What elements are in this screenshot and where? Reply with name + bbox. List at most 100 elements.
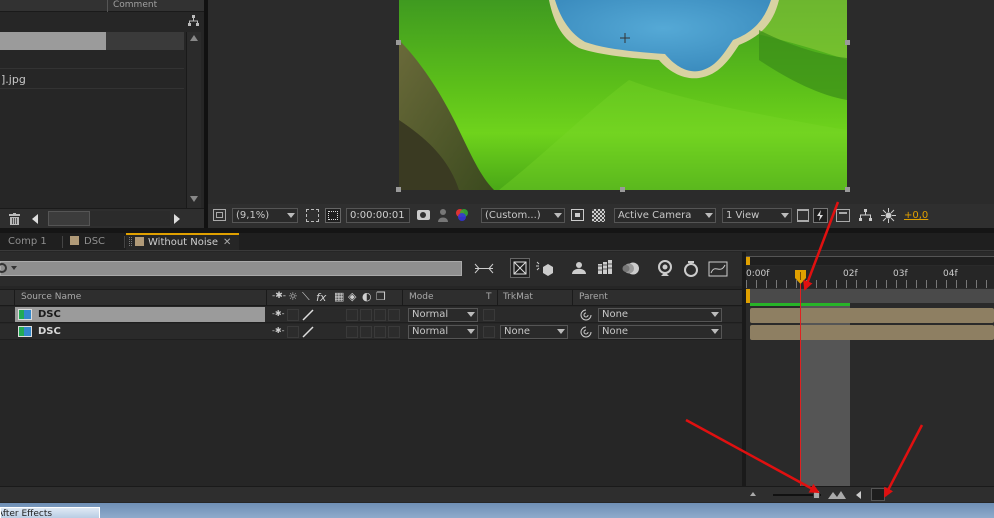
tab-dsc[interactable]: DSC [70,233,124,250]
current-time-indicator[interactable] [795,270,806,284]
timeline-hscroll-thumb[interactable] [871,488,885,501]
crosshair-icon[interactable] [618,36,632,50]
project-item-selected[interactable] [0,32,106,50]
effects-icon[interactable]: fx [316,292,326,303]
motion-blur-icon[interactable] [622,261,640,276]
live-update-icon[interactable] [510,258,530,278]
trkmat-header[interactable]: TrkMat [503,293,533,302]
layer-handle-tr[interactable] [845,40,850,45]
mask-toggle-icon[interactable] [325,208,341,223]
source-name-header[interactable]: Source Name [21,293,81,302]
vertical-scrollbar[interactable] [186,32,201,208]
preserve-transparency-checkbox[interactable] [483,309,495,321]
frame-blend-switch[interactable] [360,326,372,338]
always-preview-icon[interactable] [213,209,226,221]
comment-column-header[interactable]: Comment [113,1,157,10]
flowchart-icon[interactable] [187,14,200,27]
effects-switch[interactable] [346,309,358,321]
time-ruler[interactable]: 0:00f 02f 03f 04f [746,266,994,288]
layer-name[interactable]: DSC [38,310,61,320]
motion-blur-switch[interactable] [374,309,386,321]
motion-blur-switch[interactable] [374,326,386,338]
scroll-up-icon[interactable] [190,35,198,41]
shy-icon[interactable]: -✱- [272,292,286,301]
parent-header[interactable]: Parent [579,293,608,302]
frame-blend-switch[interactable] [360,309,372,321]
fast-previews-icon[interactable] [813,208,828,223]
search-input[interactable] [0,261,462,276]
layer-row[interactable]: DSC -✱- Normal None None [0,324,744,340]
t-header[interactable]: T [486,293,492,302]
show-snapshot-icon[interactable] [438,208,448,222]
layer-row[interactable]: DSC -✱- Normal None [0,307,744,323]
auto-keyframe-icon[interactable] [683,260,699,277]
layer-name[interactable]: DSC [38,327,61,337]
hide-shy-layers-icon[interactable] [570,261,588,276]
quality-switch-icon[interactable] [302,326,314,338]
reset-exposure-icon[interactable] [881,208,896,223]
blend-mode-dropdown[interactable]: Normal [408,308,478,322]
collapse-switch[interactable] [287,326,299,338]
time-navigator[interactable] [746,256,994,265]
zoom-slider-thumb[interactable] [813,490,820,499]
3d-layer-icon[interactable]: ❒ [376,291,386,302]
layer-bar[interactable] [750,308,994,323]
zoom-in-icon[interactable] [828,490,846,499]
hscroll-left-icon[interactable] [32,214,38,224]
camera-dropdown[interactable]: Active Camera [614,208,716,223]
trash-icon[interactable] [9,213,20,225]
scroll-down-icon[interactable] [190,196,198,202]
3d-switch[interactable] [388,326,400,338]
hscroll-track[interactable] [90,211,170,226]
brainstorm-icon[interactable] [655,260,675,277]
project-item-file[interactable]: ].jpg [1,74,26,85]
collapse-icon[interactable]: ☼ [288,291,298,302]
zoom-dropdown[interactable]: (9,1%) [232,208,298,223]
column-divider[interactable] [107,0,108,12]
shy-switch-icon[interactable]: -✱- [272,310,284,318]
frame-blend-switch-icon[interactable]: ▦ [334,291,344,302]
pickwhip-icon[interactable] [580,309,592,321]
toggle-pixel-aspect-icon[interactable] [797,209,809,222]
hscroll-thumb[interactable] [48,211,90,226]
scroll-left-icon[interactable] [856,491,861,499]
timeline-icon[interactable] [836,209,850,222]
mode-header[interactable]: Mode [409,293,434,302]
views-dropdown[interactable]: 1 View [722,208,792,223]
timecode-field[interactable]: 0:00:00:01 [346,208,410,223]
layer-handle-tl[interactable] [396,40,401,45]
close-tab-icon[interactable]: ✕ [223,237,231,248]
comp-mini-flowchart-icon[interactable] [473,261,495,276]
flowchart-view-icon[interactable] [858,208,873,223]
safe-zones-icon[interactable] [306,209,319,222]
tab-comp-1[interactable]: Comp 1 [0,233,62,250]
3d-switch[interactable] [388,309,400,321]
motion-blur-switch-icon[interactable]: ◈ [348,291,356,302]
trkmat-dropdown[interactable]: None [500,325,568,339]
resolution-dropdown[interactable]: (Custom...) [481,208,565,223]
parent-dropdown[interactable]: None [598,308,722,322]
navigator-start-bracket[interactable] [746,257,750,265]
channel-icon[interactable] [455,208,469,222]
work-area-bar[interactable] [746,289,994,303]
composition-image[interactable] [399,0,847,190]
exposure-value[interactable]: +0,0 [904,211,928,221]
blend-mode-dropdown[interactable]: Normal [408,325,478,339]
shy-switch-icon[interactable]: -✱- [272,327,284,335]
layer-handle-bc[interactable] [620,187,625,192]
graph-editor-icon[interactable] [708,261,728,277]
snapshot-icon[interactable] [417,210,430,220]
transparency-grid-icon[interactable] [592,209,605,222]
work-area-start[interactable] [746,289,750,303]
zoom-out-icon[interactable] [750,492,756,496]
quality-switch-icon[interactable] [302,309,314,321]
tab-without-noise[interactable]: Without Noise ✕ [126,233,239,250]
draft-3d-icon[interactable] [535,261,555,276]
region-of-interest-icon[interactable] [571,209,584,221]
taskbar-button-after-effects[interactable]: After Effects [0,507,100,518]
effects-switch[interactable] [346,326,358,338]
pickwhip-icon[interactable] [580,326,592,338]
collapse-switch[interactable] [287,309,299,321]
adjustment-layer-icon[interactable]: ◐ [362,291,372,302]
layer-handle-bl[interactable] [396,187,401,192]
